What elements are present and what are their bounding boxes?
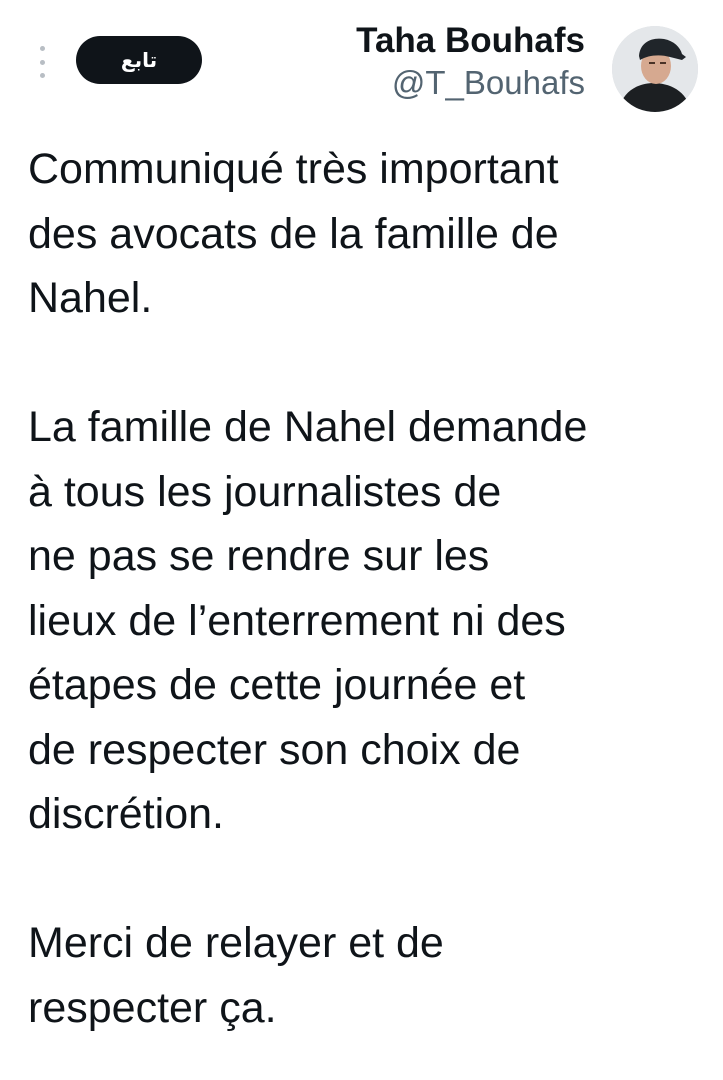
tweet-line: étapes de cette journée et [28,661,526,709]
tweet-line: Merci de relayer et de [28,919,444,967]
more-dot [39,46,45,51]
tweet-line: Communiqué très important [28,145,559,193]
tweet-line: Nahel. [28,274,153,322]
tweet-line: lieux de l’enterrement ni des [28,596,566,645]
tweet-text: Communiqué très important des avocats de … [28,137,708,1040]
tweet-line: à tous les journalistes de [28,467,502,516]
tweet-line: discrétion. [28,790,224,838]
display-name[interactable]: Taha Bouhafs [356,20,585,62]
tweet-line: respecter ça. [28,983,277,1032]
avatar[interactable] [612,26,698,112]
follow-button[interactable]: تابع [76,36,202,84]
tweet-line: des avocats de la famille de [28,209,559,258]
tweet-line: de respecter son choix de [28,725,521,774]
tweet-header: تابع Taha Bouhafs @T_Bouhafs [0,0,723,120]
author-info[interactable]: Taha Bouhafs @T_Bouhafs [356,20,585,104]
more-dot [39,59,45,65]
user-handle[interactable]: @T_Bouhafs [356,62,585,104]
more-dot [39,73,45,78]
tweet-line: La famille de Nahel demande [28,403,588,451]
tweet-line: ne pas se rendre sur les [28,532,490,580]
avatar-icon [612,26,698,112]
more-options-icon[interactable] [34,44,50,80]
